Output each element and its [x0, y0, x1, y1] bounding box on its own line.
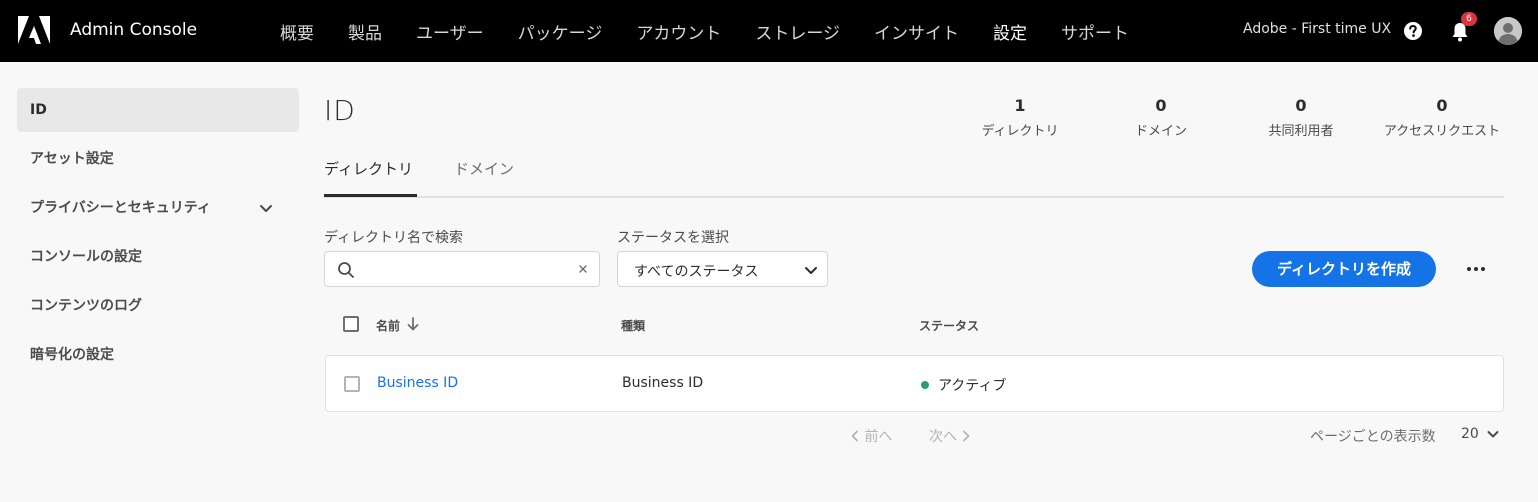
tab-domains[interactable]: ドメイン [454, 158, 514, 179]
user-profile-icon [1494, 17, 1522, 45]
search-input[interactable] [365, 258, 565, 280]
nav-item-support[interactable]: サポート [1061, 19, 1129, 44]
next-page-label: 次へ [929, 429, 957, 445]
stat-trustees: 0 共同利用者 [1231, 94, 1371, 139]
stat-label: ドメイン [1134, 124, 1187, 139]
table-header: 名前 種類 ステータス [324, 305, 1504, 343]
stat-directories: 1 ディレクトリ [950, 94, 1090, 139]
stat-access-requests: 0 アクセスリクエスト [1372, 94, 1512, 139]
column-header-name[interactable]: 名前 [376, 317, 400, 334]
next-page-button[interactable]: 次へ [929, 426, 971, 446]
sidebar-item-asset-settings[interactable]: アセット設定 [17, 137, 299, 181]
app-title[interactable]: Admin Console [70, 20, 197, 40]
select-all-checkbox[interactable] [343, 316, 359, 332]
per-page-select[interactable]: 20 [1461, 426, 1479, 442]
stat-label: アクセスリクエスト [1383, 124, 1501, 139]
avatar[interactable] [1494, 17, 1522, 45]
column-header-status: ステータス [919, 319, 980, 333]
directory-table: Business ID Business ID アクティブ [325, 355, 1504, 412]
notification-badge: 6 [1461, 12, 1477, 26]
search-field[interactable] [324, 251, 600, 287]
status-select[interactable]: すべてのステータス [617, 251, 828, 287]
stat-value: 0 [1295, 96, 1307, 115]
stat-label: 共同利用者 [1268, 124, 1334, 139]
adobe-logo-icon[interactable] [18, 16, 50, 46]
nav-item-packages[interactable]: パッケージ [518, 19, 603, 44]
sidebar-item-encryption-settings[interactable]: 暗号化の設定 [17, 333, 299, 377]
chevron-left-icon [851, 430, 858, 442]
stat-label: ディレクトリ [981, 124, 1059, 139]
status-indicator [921, 381, 929, 389]
chevron-right-icon [963, 430, 970, 442]
directory-status: アクティブ [938, 378, 1007, 394]
column-header-type: 種類 [621, 319, 646, 333]
stat-value: 0 [1436, 96, 1448, 115]
per-page-label: ページごとの表示数 [1310, 429, 1436, 445]
nav-item-settings[interactable]: 設定 [993, 19, 1027, 44]
search-label: ディレクトリ名で検索 [324, 230, 464, 246]
nav-item-products[interactable]: 製品 [348, 19, 382, 44]
status-select-value: すべてのステータス [634, 264, 759, 280]
sidebar-item-label: プライバシーとセキュリティ [30, 200, 211, 216]
sidebar-item-label: コンソールの設定 [30, 249, 142, 265]
nav-item-account[interactable]: アカウント [636, 19, 721, 44]
active-tab-indicator [324, 194, 417, 197]
row-checkbox[interactable] [344, 376, 360, 392]
more-actions-icon[interactable] [1464, 260, 1488, 278]
top-bar: Admin Console 概要 製品 ユーザー パッケージ アカウント ストレ… [0, 0, 1538, 62]
tab-list: ディレクトリ ドメイン [324, 150, 1504, 198]
sidebar-item-label: コンテンツのログ [30, 298, 142, 314]
sidebar: ID アセット設定 プライバシーとセキュリティ コンソールの設定 コンテンツのロ… [17, 88, 299, 382]
sidebar-item-identity[interactable]: ID [17, 88, 299, 132]
stat-value: 0 [1155, 96, 1167, 115]
chevron-down-icon [805, 267, 817, 274]
sidebar-item-content-logs[interactable]: コンテンツのログ [17, 284, 299, 328]
close-icon[interactable] [576, 262, 590, 276]
sidebar-item-privacy-security[interactable]: プライバシーとセキュリティ [17, 186, 299, 230]
nav-item-insights[interactable]: インサイト [874, 19, 959, 44]
help-icon[interactable] [1403, 21, 1423, 41]
previous-page-button[interactable]: 前へ [850, 426, 892, 446]
main-nav: 概要 製品 ユーザー パッケージ アカウント ストレージ インサイト 設定 サポ… [280, 0, 1163, 62]
status-filter-label: ステータスを選択 [617, 230, 729, 246]
directory-type: Business ID [622, 375, 704, 391]
create-directory-button[interactable]: ディレクトリを作成 [1252, 251, 1436, 287]
tab-directories[interactable]: ディレクトリ [324, 158, 413, 179]
nav-item-users[interactable]: ユーザー [416, 19, 484, 44]
sidebar-item-label: ID [30, 102, 47, 118]
nav-item-storage[interactable]: ストレージ [755, 19, 840, 44]
sidebar-item-label: 暗号化の設定 [30, 347, 114, 363]
sidebar-item-label: アセット設定 [30, 151, 114, 167]
search-icon [338, 262, 354, 278]
previous-page-label: 前へ [864, 429, 893, 445]
sidebar-item-console-settings[interactable]: コンソールの設定 [17, 235, 299, 279]
directory-name-link[interactable]: Business ID [377, 375, 458, 391]
stat-value: 1 [1014, 96, 1026, 115]
stat-domains: 0 ドメイン [1091, 94, 1231, 139]
table-row[interactable]: Business ID Business ID アクティブ [326, 356, 1503, 411]
chevron-down-icon[interactable] [1486, 427, 1500, 441]
org-switcher[interactable]: Adobe - First time UX [1243, 21, 1391, 37]
page-title: ID [324, 94, 356, 127]
chevron-down-icon[interactable] [257, 199, 275, 217]
nav-item-overview[interactable]: 概要 [280, 19, 314, 44]
sort-arrow-down-icon[interactable] [406, 316, 420, 332]
